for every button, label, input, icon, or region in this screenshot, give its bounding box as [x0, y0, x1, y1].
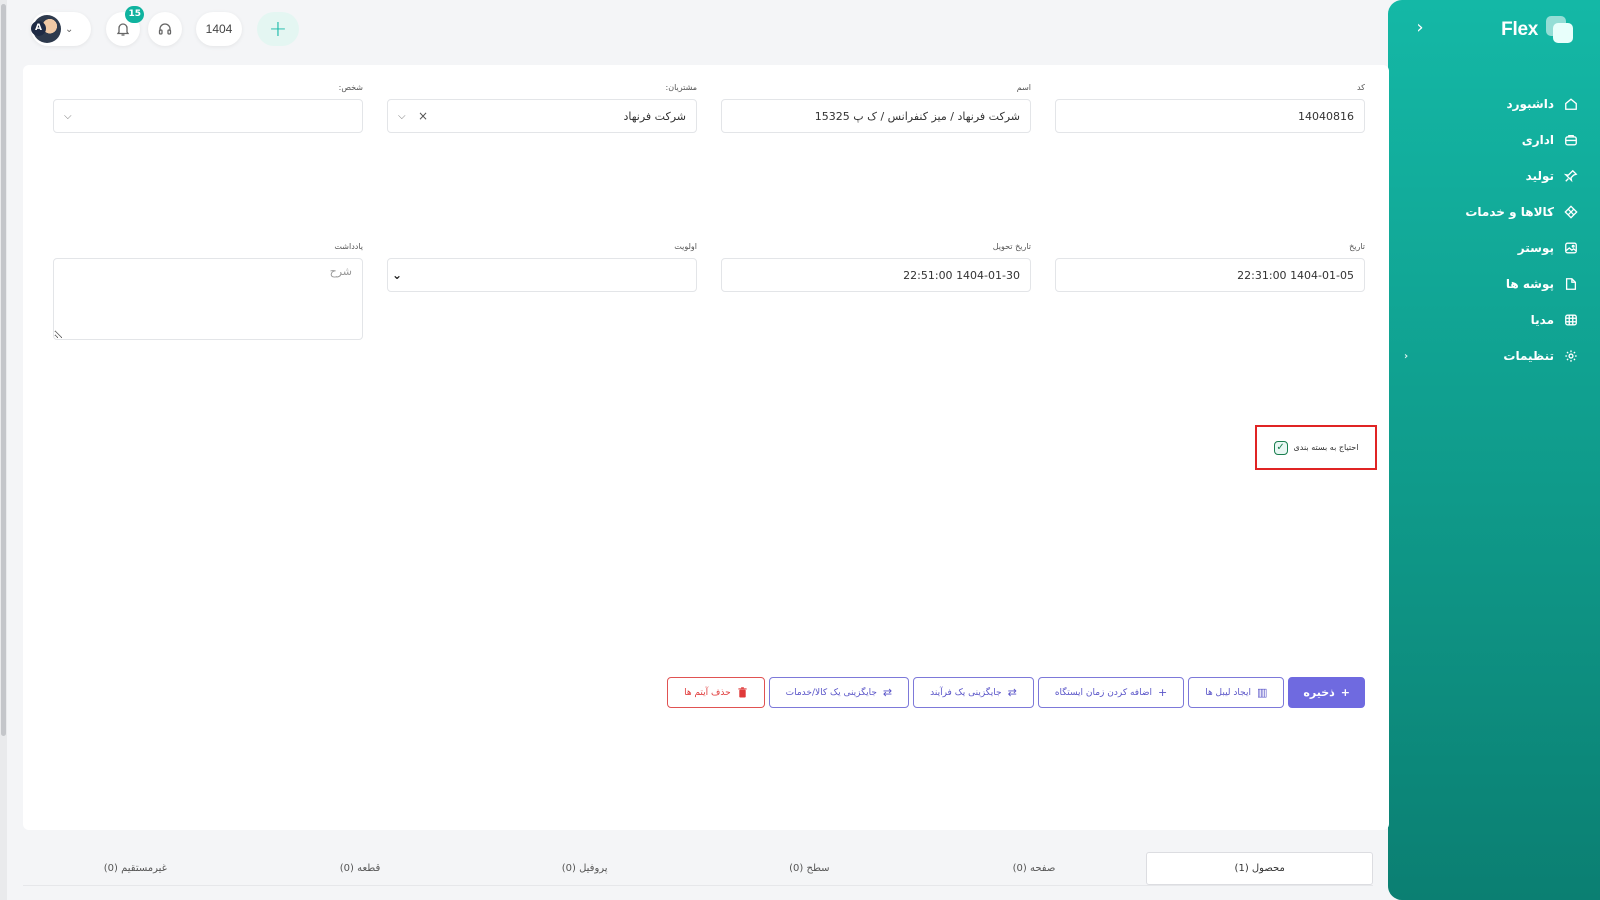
replace-product-button[interactable]: ⇄ جایگزینی یک کالا/خدمات [768, 677, 910, 708]
chevron-down-icon: ⌵ [64, 110, 72, 122]
sidebar-item-label: کالاها و خدمات [1465, 205, 1554, 219]
sidebar-item-label: اداری [1521, 133, 1554, 147]
sidebar: Flex ‹ داشبورد اداری تولید کالاها و خدما… [1388, 0, 1600, 900]
code-label: کد [1356, 83, 1365, 92]
submenu-chevron-icon: ‹ [1404, 350, 1409, 362]
name-field: اسم شرکت فرنهاد / میز کنفرانس / ک پ 1532… [721, 83, 1031, 133]
customer-value: شرکت فرنهاد [623, 109, 686, 123]
sidebar-item-production[interactable]: تولید [1402, 158, 1578, 194]
barcode-icon: ▥ [1256, 686, 1268, 699]
note-textarea[interactable] [53, 258, 363, 340]
date-field: تاریخ 1404-01-05 22:31:00 [1055, 242, 1365, 292]
sidebar-item-media[interactable]: مدیا [1402, 302, 1578, 338]
tab-profile[interactable]: پروفیل (0) [472, 852, 697, 885]
sidebar-item-settings[interactable]: تنظیمات ‹ [1402, 338, 1578, 374]
scrollbar-thumb[interactable] [1, 4, 6, 736]
trash-icon [738, 687, 747, 698]
tab-indirect[interactable]: غیرمستقیم (0) [23, 852, 248, 885]
add-button[interactable]: + [257, 12, 299, 46]
customer-select[interactable]: شرکت فرنهاد × ⌵ [387, 99, 697, 133]
code-input[interactable]: 14040816 [1055, 99, 1365, 133]
priority-label: اولویت [674, 242, 697, 251]
note-field: یادداشت [53, 242, 363, 340]
sidebar-collapse-chevron-icon[interactable]: ‹ [1410, 18, 1430, 38]
packaging-required-checkbox[interactable]: ✓ [1273, 440, 1288, 455]
replace-process-button[interactable]: ⇄ جایگزینی یک فرآیند [913, 677, 1034, 708]
code-field: کد 14040816 [1055, 83, 1365, 133]
delivery-date-field: تاریخ تحویل 1404-01-30 22:51:00 [721, 242, 1031, 292]
clear-icon[interactable]: × [418, 109, 428, 123]
tab-part[interactable]: قطعه (0) [248, 852, 473, 885]
create-labels-button[interactable]: ▥ ایجاد لیبل ها [1188, 677, 1285, 708]
sidebar-item-label: پوشه ها [1505, 277, 1554, 291]
delivery-date-label: تاریخ تحویل [992, 242, 1031, 251]
person-select[interactable]: ⌵ [53, 99, 363, 133]
name-label: اسم [1016, 83, 1031, 92]
delivery-date-input[interactable]: 1404-01-30 22:51:00 [721, 258, 1031, 292]
priority-field: اولویت ⌄ [387, 242, 697, 292]
sidebar-item-poster[interactable]: پوستر [1402, 230, 1578, 266]
gear-icon [1565, 350, 1577, 362]
home-icon [1565, 98, 1577, 110]
sidebar-item-administrative[interactable]: اداری [1402, 122, 1578, 158]
save-button[interactable]: + ذخیره [1288, 677, 1365, 708]
swap-icon: ⇄ [882, 686, 893, 699]
briefcase-icon [1565, 134, 1577, 146]
media-icon [1565, 314, 1577, 326]
pin-icon [1564, 169, 1578, 183]
sidebar-item-label: تولید [1525, 169, 1554, 183]
tab-product[interactable]: محصول (1) [1146, 852, 1373, 885]
date-input[interactable]: 1404-01-05 22:31:00 [1055, 258, 1365, 292]
avatar: A [31, 15, 61, 43]
priority-select[interactable]: ⌄ [387, 258, 697, 292]
delete-items-button[interactable]: حذف آیتم ها [667, 677, 765, 708]
order-form-card: کد 14040816 اسم شرکت فرنهاد / میز کنفران… [23, 65, 1389, 830]
customer-label: مشتریان: [665, 83, 697, 92]
packaging-required-label: احتیاج به بسته بندی [1293, 443, 1359, 452]
brand-name: Flex [1501, 19, 1538, 40]
customer-field: مشتریان: شرکت فرنهاد × ⌵ [387, 83, 697, 133]
person-label: شخص: [338, 83, 363, 92]
grid-icon [1564, 205, 1578, 219]
sidebar-item-folders[interactable]: پوشه ها [1402, 266, 1578, 302]
folder-icon [1565, 278, 1577, 290]
bell-icon [116, 23, 130, 36]
sidebar-nav: داشبورد اداری تولید کالاها و خدمات پوستر… [1402, 86, 1578, 374]
sidebar-item-label: داشبورد [1506, 97, 1554, 111]
person-field: شخص: ⌵ [53, 83, 363, 133]
support-button[interactable] [148, 12, 182, 46]
chevron-down-icon: ⌄ [65, 23, 74, 35]
plus-icon: + [1340, 686, 1350, 699]
notifications-button[interactable]: 15 [106, 6, 144, 46]
fiscal-year-selector[interactable]: 1404 [196, 12, 242, 46]
avatar-initial-badge: A [31, 21, 46, 36]
date-label: تاریخ [1349, 242, 1365, 251]
add-station-time-button[interactable]: + اضافه کردن زمان ایستگاه [1037, 677, 1185, 708]
brand[interactable]: Flex [1501, 16, 1574, 44]
chevron-down-icon: ⌄ [392, 268, 403, 282]
headset-icon [158, 23, 172, 35]
name-value: شرکت فرنهاد / میز کنفرانس / ک پ 15325 [814, 109, 1020, 123]
note-label: یادداشت [334, 242, 363, 251]
sidebar-item-label: تنظیمات [1503, 349, 1554, 363]
tab-sheet[interactable]: صفحه (0) [922, 852, 1147, 885]
item-type-tabs: محصول (1) صفحه (0) سطح (0) پروفیل (0) قط… [23, 852, 1373, 886]
swap-icon: ⇄ [1007, 686, 1017, 699]
sidebar-item-label: پوستر [1517, 241, 1554, 255]
image-icon [1565, 242, 1577, 254]
sidebar-item-products-services[interactable]: کالاها و خدمات [1402, 194, 1578, 230]
page-scrollbar[interactable] [0, 0, 7, 900]
packaging-required-highlight: احتیاج به بسته بندی ✓ [1255, 425, 1377, 470]
user-menu[interactable]: A ⌄ [31, 12, 91, 46]
sidebar-item-label: مدیا [1530, 313, 1554, 327]
form-actions: + ذخیره ▥ ایجاد لیبل ها + اضافه کردن زما… [667, 677, 1365, 708]
notification-count-badge: 15 [125, 6, 144, 23]
flex-logo-icon [1546, 16, 1574, 44]
sidebar-item-dashboard[interactable]: داشبورد [1402, 86, 1578, 122]
plus-icon: + [1157, 686, 1168, 699]
name-input[interactable]: شرکت فرنهاد / میز کنفرانس / ک پ 15325 [721, 99, 1031, 133]
chevron-down-icon: ⌵ [398, 110, 406, 122]
tab-surface[interactable]: سطح (0) [697, 852, 922, 885]
